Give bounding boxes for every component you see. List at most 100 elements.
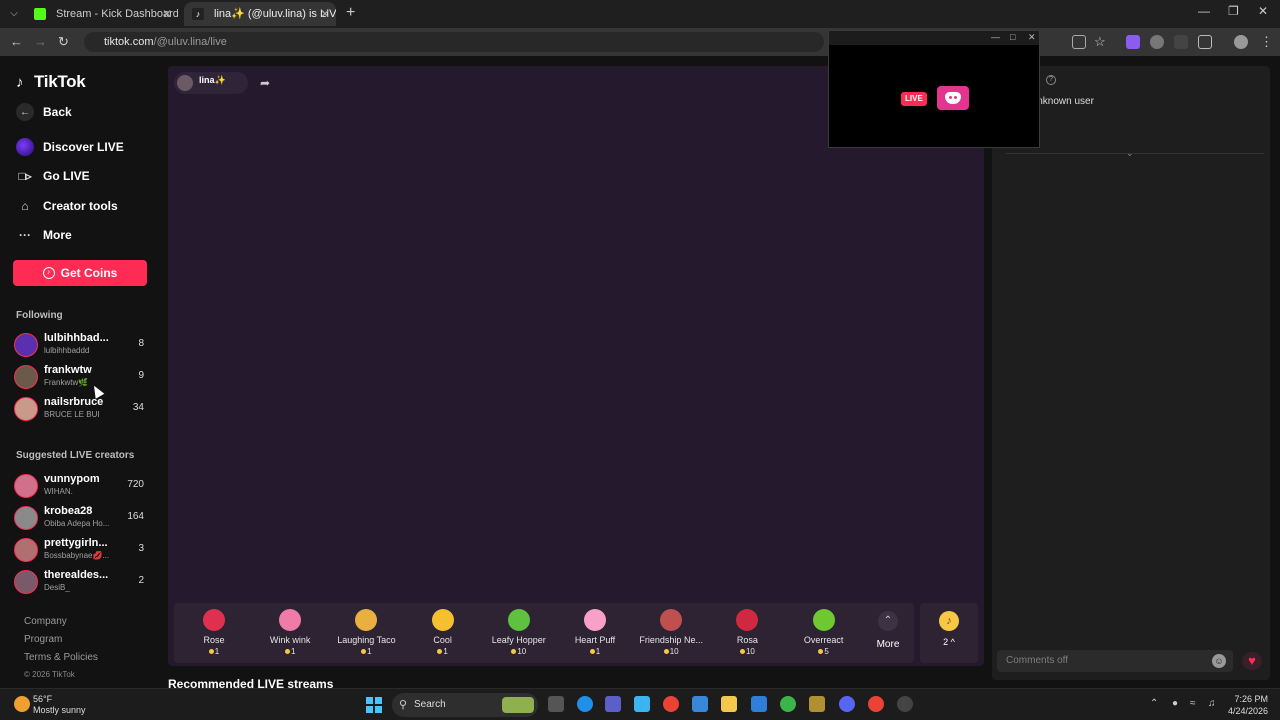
sidebar-item-label: Discover LIVE — [43, 140, 124, 154]
tiktok-logo[interactable]: ♪ TikTok — [16, 72, 86, 92]
app-icon[interactable] — [897, 696, 913, 712]
gift-price-value: 1 — [595, 647, 601, 656]
close-window-icon[interactable]: ✕ — [1258, 4, 1268, 18]
help-icon[interactable]: ? — [1046, 75, 1056, 85]
gift-item[interactable]: Wink wink 1 — [255, 607, 325, 656]
coin-icon — [511, 649, 517, 654]
profile-avatar[interactable] — [1234, 35, 1248, 49]
gift-name: Overreact — [803, 635, 844, 645]
app-icon[interactable] — [751, 696, 767, 712]
discord-logo — [945, 92, 961, 104]
tray-chevron-icon[interactable]: ⌃ — [1150, 698, 1158, 709]
chrome-icon[interactable] — [663, 696, 679, 712]
gift-price: 5 — [789, 647, 859, 656]
taskbar-search[interactable]: ⚲ Search — [392, 693, 538, 717]
emoji-icon[interactable]: ☺ — [1212, 654, 1226, 668]
sidebar-item-creator-tools[interactable]: ⌂ Creator tools — [16, 197, 117, 215]
gift-item[interactable]: Heart Puff 1 — [560, 607, 630, 656]
live-creator-item[interactable]: nailsrbruce BRUCE LE BUI 34 — [14, 395, 146, 423]
coin-icon — [739, 649, 745, 654]
gift-item[interactable]: Laughing Taco 1 — [331, 607, 401, 656]
microphone-icon[interactable]: ● — [1172, 698, 1178, 709]
close-icon[interactable]: ✕ — [1028, 32, 1036, 43]
extension-icon[interactable] — [1174, 35, 1188, 49]
store-icon[interactable] — [692, 696, 708, 712]
sidebar-item-go-live[interactable]: □▹ Go LIVE — [16, 167, 89, 185]
creator-avatar — [14, 538, 38, 562]
chrome-active-icon[interactable] — [868, 696, 884, 712]
teams-icon[interactable] — [605, 696, 621, 712]
live-creator-item[interactable]: krobea28 Obiba Adepa Ho... 164 — [14, 504, 146, 532]
file-explorer-icon[interactable] — [721, 696, 737, 712]
new-tab-button[interactable]: + — [346, 4, 355, 22]
open-in-window-icon[interactable] — [1072, 35, 1086, 49]
task-view-icon[interactable] — [548, 696, 564, 712]
system-clock[interactable]: 7:26 PM 4/24/2026 — [1228, 693, 1268, 717]
volume-icon[interactable]: ♫ — [1208, 698, 1216, 709]
address-bar[interactable]: tiktok.com/@uluv.lina/live — [84, 32, 824, 52]
footer-link-company[interactable]: Company — [24, 616, 67, 627]
get-coins-button[interactable]: ♪ Get Coins — [13, 260, 147, 286]
copilot-icon[interactable] — [634, 696, 650, 712]
live-creator-item[interactable]: prettygirln... Bossbabynae💋... 3 — [14, 536, 146, 564]
live-creator-item[interactable]: frankwtw Frankwtw🌿 9 — [14, 363, 146, 391]
reload-icon[interactable]: ↻ — [58, 34, 69, 50]
like-heart-button[interactable]: ♥ — [1242, 652, 1262, 670]
minimize-icon[interactable]: — — [991, 32, 1000, 42]
extension-icon[interactable] — [1150, 35, 1164, 49]
creator-name: krobea28 — [44, 505, 93, 517]
gift-item[interactable]: Overreact 5 — [789, 607, 859, 656]
sidebar-item-more[interactable]: ··· More — [16, 226, 72, 244]
back-arrow-icon[interactable]: ← — [10, 34, 23, 49]
bookmark-star-icon[interactable]: ☆ — [1094, 34, 1106, 50]
gift-item[interactable]: Rosa 10 — [712, 607, 782, 656]
live-creator-item[interactable]: lulbihhbad... lulbihhbaddd 8 — [14, 331, 146, 359]
close-tab-icon[interactable]: ✕ — [320, 2, 330, 26]
close-tab-icon[interactable]: ✕ — [162, 2, 172, 26]
app-icon[interactable] — [809, 696, 825, 712]
footer-link-program[interactable]: Program — [24, 634, 62, 645]
gift-bar: Rose 1 Wink wink 1 Laughing Taco 1 Cool 1 Leafy … — [174, 603, 914, 663]
maximize-icon[interactable]: □ — [1010, 32, 1015, 42]
tab-search-icon[interactable]: ⌵ — [6, 6, 22, 22]
sidebar-item-discover-live[interactable]: Discover LIVE — [16, 138, 124, 156]
wifi-icon[interactable]: ≈ — [1190, 698, 1196, 709]
gift-price: 1 — [179, 647, 249, 656]
comment-input[interactable]: Comments off ☺ — [997, 650, 1233, 672]
discord-icon[interactable] — [937, 86, 969, 110]
browser-menu-icon[interactable]: ⋮ — [1260, 34, 1273, 50]
windows-start-icon[interactable] — [366, 697, 382, 713]
discord-taskbar-icon[interactable] — [839, 696, 855, 712]
edge-icon[interactable] — [577, 696, 593, 712]
back-button[interactable]: ← Back — [16, 103, 72, 121]
extension-icon[interactable] — [1126, 35, 1140, 49]
more-gifts-button[interactable]: ⌃ More — [868, 611, 908, 650]
chevron-down-icon[interactable]: ⌄ — [1126, 148, 1134, 159]
gift-name: Heart Puff — [574, 635, 616, 645]
minimize-window-icon[interactable]: — — [1198, 4, 1210, 18]
windows-taskbar: 56°F Mostly sunny ⚲ Search ⌃ ● ≈ ♫ 7:26 … — [0, 688, 1280, 720]
share-icon[interactable]: ➦ — [260, 76, 270, 90]
discover-live-icon — [16, 138, 34, 156]
live-creator-item[interactable]: vunnypom WIHAN. 720 — [14, 472, 146, 500]
live-creator-item[interactable]: therealdes... DesiB_ 2 — [14, 568, 146, 596]
gift-item[interactable]: Friendship Ne... 10 — [636, 607, 706, 656]
forward-arrow-icon[interactable]: → — [34, 34, 47, 49]
xbox-icon[interactable] — [780, 696, 796, 712]
tab-tiktok-live[interactable]: ♪ lina✨ (@uluv.lina) is LIVE - TikTok ✕ — [184, 2, 336, 26]
gift-price-value: 1 — [214, 647, 220, 656]
gift-item[interactable]: Rose 1 — [179, 607, 249, 656]
live-video-player[interactable]: lina✨ ➦ Rose 1 Wink wink 1 Laughing Taco 1 Coo… — [168, 66, 984, 666]
gift-item[interactable]: Cool 1 — [408, 607, 478, 656]
coin-icon — [818, 649, 824, 654]
restore-window-icon[interactable]: ❐ — [1228, 4, 1239, 18]
host-info[interactable]: lina✨ — [174, 72, 248, 94]
host-avatar[interactable] — [177, 75, 193, 91]
extensions-puzzle-icon[interactable] — [1198, 35, 1212, 49]
coin-balance-button[interactable]: ♪ 2 ^ — [920, 603, 978, 663]
gift-item[interactable]: Leafy Hopper 10 — [484, 607, 554, 656]
footer-link-terms[interactable]: Terms & Policies — [24, 652, 98, 663]
copyright-text: © 2026 TikTok — [24, 670, 75, 679]
kick-favicon-icon — [34, 8, 46, 20]
tab-kick-dashboard[interactable]: Stream - Kick Dashboard ✕ — [26, 2, 178, 26]
